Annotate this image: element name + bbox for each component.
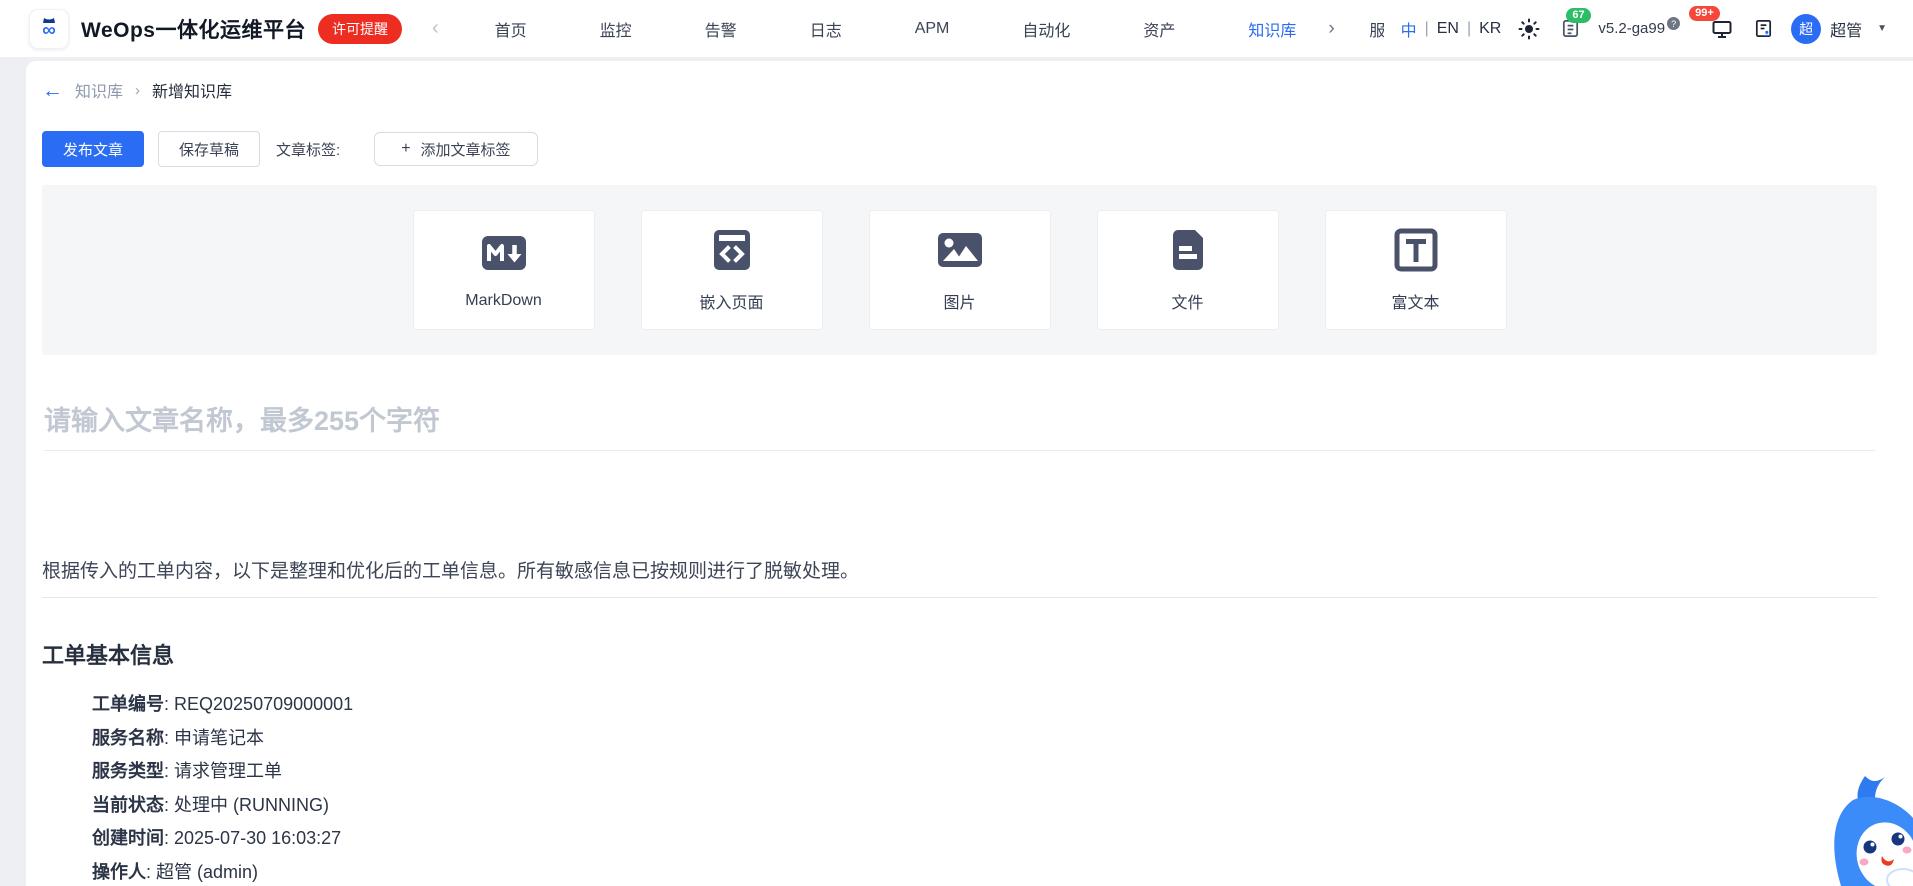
brand: ∞ WeOps一体化运维平台 许可提醒 ‹ (29, 9, 439, 49)
nav-item-knowledge[interactable]: 知识库 (1248, 17, 1296, 41)
field-created-time: 创建时间: 2025-07-30 16:03:27 (92, 822, 1877, 856)
license-count-badge: 67 (1566, 8, 1590, 23)
language-switch: 中 | EN | KR (1401, 17, 1502, 41)
help-question-icon[interactable]: ? (1667, 17, 1680, 30)
topbar-right: 中 | EN | KR 67 v5.2-ga99 ? (1401, 14, 1887, 44)
lang-separator: | (1467, 20, 1471, 38)
lang-separator: | (1425, 20, 1429, 38)
lang-en[interactable]: EN (1437, 20, 1459, 38)
section-divider (42, 597, 1877, 598)
field-label: 工单编号 (92, 694, 164, 714)
insert-card-label: 富文本 (1391, 289, 1439, 313)
feedback-icon[interactable] (1750, 16, 1776, 42)
notification-monitor-icon[interactable]: 99+ (1709, 16, 1735, 42)
field-separator: : (164, 795, 174, 815)
field-value: 申请笔记本 (174, 728, 264, 748)
lang-zh[interactable]: 中 (1401, 17, 1417, 41)
field-label: 当前状态 (92, 795, 164, 815)
field-label: 创建时间 (92, 828, 164, 848)
field-service-type: 服务类型: 请求管理工单 (92, 755, 1877, 789)
chevron-right-icon[interactable]: › (1328, 18, 1334, 40)
nav-item-automation[interactable]: 自动化 (1022, 17, 1070, 41)
ticket-info-heading: 工单基本信息 (42, 638, 1877, 670)
nav-item-home[interactable]: 首页 (495, 17, 527, 41)
field-label: 服务类型 (92, 761, 164, 781)
license-doc-icon[interactable]: 67 (1557, 16, 1583, 42)
field-value: 2025-07-30 16:03:27 (174, 828, 341, 848)
field-operator: 操作人: 超管 (admin) (92, 856, 1877, 886)
username[interactable]: 超管 (1830, 17, 1862, 41)
field-value: 超管 (admin) (156, 862, 258, 882)
nav-item-asset[interactable]: 资产 (1143, 17, 1175, 41)
version-info: v5.2-ga99 ? (1598, 20, 1680, 37)
back-arrow-icon[interactable]: ← (42, 80, 63, 101)
user-avatar[interactable]: 超 (1791, 14, 1821, 44)
breadcrumb-parent[interactable]: 知识库 (75, 78, 123, 102)
svg-text:∞: ∞ (42, 20, 56, 41)
insert-card-label: 文件 (1171, 289, 1203, 313)
nav-item-monitor[interactable]: 监控 (600, 17, 632, 41)
save-draft-button[interactable]: 保存草稿 (158, 131, 260, 167)
field-separator: : (164, 761, 174, 781)
field-value: REQ20250709000001 (174, 694, 353, 714)
weops-logo-icon[interactable]: ∞ (29, 9, 69, 49)
insert-card-image[interactable]: 图片 (869, 210, 1051, 330)
add-tag-label: 添加文章标签 (421, 139, 511, 160)
insert-card-label: 嵌入页面 (699, 289, 763, 313)
license-alert-badge[interactable]: 许可提醒 (318, 14, 402, 44)
article-tags-label: 文章标签: (276, 139, 340, 160)
publish-article-button[interactable]: 发布文章 (42, 131, 144, 167)
chevron-left-icon[interactable]: ‹ (432, 17, 439, 40)
field-current-status: 当前状态: 处理中 (RUNNING) (92, 789, 1877, 823)
notice-count-badge: 99+ (1689, 6, 1720, 21)
top-bar: ∞ WeOps一体化运维平台 许可提醒 ‹ 首页 监控 告警 日志 APM 自动… (0, 0, 1913, 57)
insert-type-panel: MarkDown 嵌入页面 图片 (42, 185, 1877, 355)
breadcrumb-current: 新增知识库 (152, 78, 232, 102)
insert-card-rich-text[interactable]: 富文本 (1325, 210, 1507, 330)
field-separator: : (164, 694, 174, 714)
lang-kr[interactable]: KR (1479, 20, 1501, 38)
nav-item-overflow[interactable]: 服 (1369, 17, 1384, 41)
ticket-fields: 工单编号: REQ20250709000001 服务名称: 申请笔记本 服务类型… (92, 688, 1877, 886)
insert-card-markdown[interactable]: MarkDown (413, 210, 595, 330)
insert-card-file[interactable]: 文件 (1097, 210, 1279, 330)
field-separator: : (164, 728, 174, 748)
breadcrumb: ← 知识库 › 新增知识库 (42, 61, 1877, 103)
embed-page-icon (709, 227, 755, 278)
chevron-down-icon[interactable]: ▼ (1877, 23, 1887, 34)
add-tag-button[interactable]: + 添加文章标签 (374, 132, 537, 166)
article-title-input[interactable]: 请输入文章名称，最多255个字符 (44, 399, 1875, 451)
field-ticket-number: 工单编号: REQ20250709000001 (92, 688, 1877, 722)
insert-card-embed-page[interactable]: 嵌入页面 (641, 210, 823, 330)
field-label: 服务名称 (92, 728, 164, 748)
markdown-icon (481, 230, 527, 281)
theme-sun-icon[interactable] (1516, 16, 1542, 42)
field-separator: : (164, 828, 174, 848)
image-icon (937, 227, 983, 278)
article-toolbar: 发布文章 保存草稿 文章标签: + 添加文章标签 (42, 131, 1877, 167)
nav-item-alert[interactable]: 告警 (705, 17, 737, 41)
main-nav: 首页 监控 告警 日志 APM 自动化 资产 知识库 服 (495, 17, 1385, 41)
field-value: 处理中 (RUNNING) (174, 795, 329, 815)
field-label: 操作人 (92, 862, 146, 882)
article-intro-text[interactable]: 根据传入的工单内容，以下是整理和优化后的工单信息。所有敏感信息已按规则进行了脱敏… (42, 559, 1877, 585)
field-separator: : (146, 862, 156, 882)
insert-card-label: MarkDown (465, 292, 541, 310)
field-value: 请求管理工单 (174, 761, 282, 781)
rich-text-icon (1393, 227, 1439, 278)
file-icon (1165, 227, 1211, 278)
app-title: WeOps一体化运维平台 (81, 14, 306, 44)
content-card: ← 知识库 › 新增知识库 发布文章 保存草稿 文章标签: + 添加文章标签 M… (26, 61, 1913, 886)
nav-item-log[interactable]: 日志 (810, 17, 842, 41)
insert-card-label: 图片 (943, 289, 975, 313)
field-service-name: 服务名称: 申请笔记本 (92, 722, 1877, 756)
breadcrumb-separator: › (135, 82, 140, 99)
nav-item-apm[interactable]: APM (915, 20, 950, 38)
version-text: v5.2-ga99 (1598, 20, 1665, 37)
plus-icon: + (401, 140, 410, 158)
